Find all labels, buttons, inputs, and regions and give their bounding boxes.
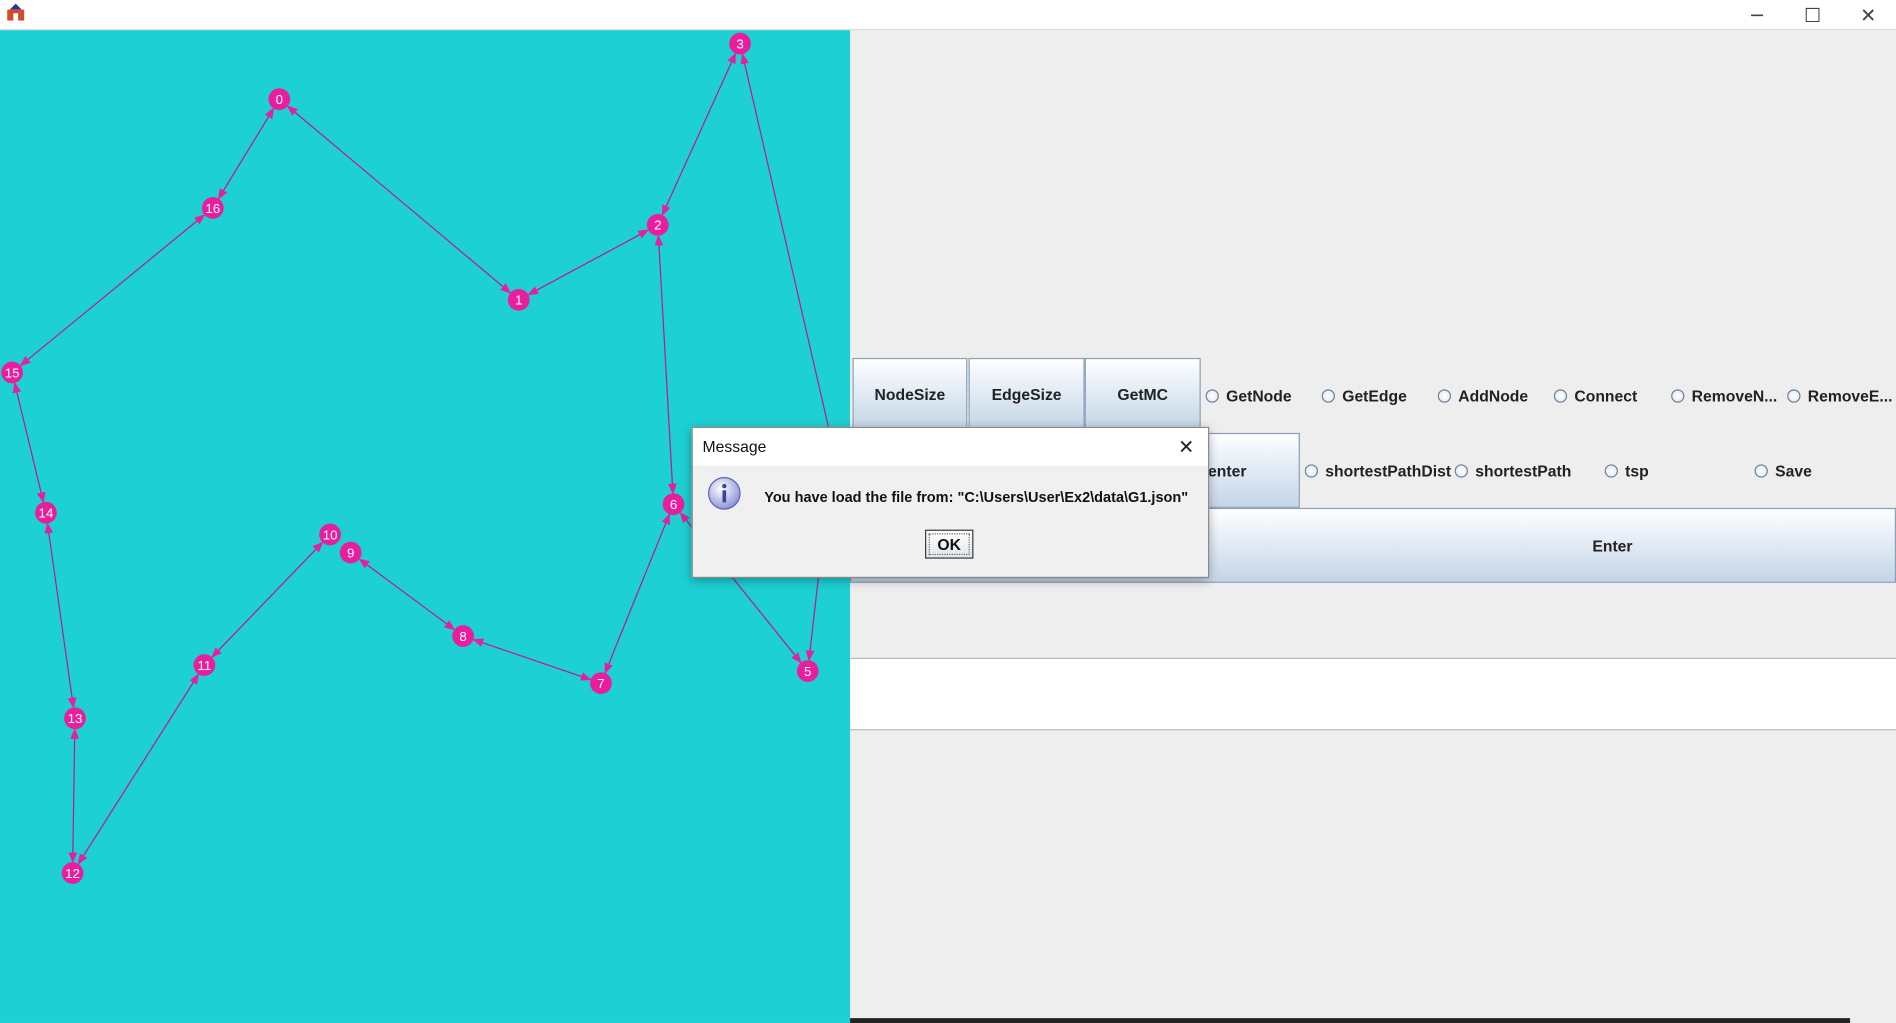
graph-node-9[interactable]: 9 [339, 541, 362, 564]
radio-shortestpath[interactable]: shortestPath [1454, 461, 1600, 481]
graph-node-label: 9 [347, 545, 354, 560]
radio-circle-icon [1553, 389, 1568, 403]
graph-node-label: 6 [670, 497, 677, 512]
maximize-button[interactable]: ☐ [1785, 0, 1841, 29]
dialog-titlebar: Message ✕ [692, 428, 1208, 466]
radio-circle-icon [1754, 464, 1768, 478]
graph-node-11[interactable]: 11 [193, 654, 216, 676]
radio-tsp[interactable]: tsp [1604, 461, 1750, 481]
radio-circle-icon [1321, 389, 1335, 403]
message-dialog: Message ✕ You have load the file from: "… [691, 426, 1210, 578]
radio-circle-icon [1437, 389, 1452, 403]
radio-label: RemoveE... [1807, 386, 1893, 406]
graph-node-1[interactable]: 1 [507, 288, 530, 311]
graph-node-14[interactable]: 14 [35, 501, 57, 524]
graph-node-label: 3 [736, 36, 743, 51]
graph-edge-8-9 [358, 558, 456, 631]
radio-circle-icon [1671, 389, 1685, 403]
graph-node-16[interactable]: 16 [201, 197, 224, 219]
graph-node-label: 5 [804, 664, 811, 679]
radio-circle-icon [1304, 464, 1319, 478]
graph-edge-10-11 [211, 541, 324, 659]
graph-node-13[interactable]: 13 [64, 707, 86, 730]
graph-edge-2-3 [661, 52, 737, 216]
graph-node-6[interactable]: 6 [662, 493, 685, 516]
graph-node-label: 0 [276, 92, 283, 107]
bottom-divider [850, 1018, 1851, 1023]
graph-node-7[interactable]: 7 [590, 672, 612, 695]
ok-button[interactable]: OK [925, 529, 974, 559]
graph-node-15[interactable]: 15 [1, 361, 23, 384]
graph-edge-14-15 [12, 381, 46, 504]
graph-edge-13-14 [44, 522, 77, 709]
graph-node-label: 2 [654, 218, 661, 233]
info-icon [707, 477, 741, 510]
graph-edge-6-2 [654, 234, 677, 495]
radio-removenode[interactable]: RemoveN... [1671, 387, 1782, 405]
radio-getedge[interactable]: GetEdge [1321, 386, 1433, 406]
close-icon[interactable]: ✕ [1174, 434, 1198, 458]
radio-connect[interactable]: Connect [1553, 386, 1665, 406]
radio-label: GetNode [1226, 386, 1292, 406]
radio-label: AddNode [1458, 386, 1529, 406]
graph-edge-0-1 [286, 105, 512, 294]
graph-edge-16-0 [217, 107, 275, 200]
graph-node-2[interactable]: 2 [646, 214, 669, 236]
graph-node-label: 7 [597, 676, 604, 691]
radio-label: shortestPath [1475, 461, 1572, 481]
graph-node-10[interactable]: 10 [319, 523, 341, 546]
radio-circle-icon [1205, 389, 1219, 403]
radio-label: shortestPathDist [1325, 461, 1452, 481]
graph-node-label: 15 [5, 365, 20, 380]
radio-label: tsp [1625, 461, 1649, 481]
radio-label: GetEdge [1342, 386, 1407, 406]
graph-node-0[interactable]: 0 [268, 88, 291, 111]
graph-node-label: 1 [515, 293, 522, 308]
window-titlebar: ─ ☐ ✕ [0, 0, 1896, 31]
graph-node-label: 8 [459, 629, 466, 644]
graph-edge-1-2 [527, 229, 650, 296]
radio-label: RemoveN... [1691, 386, 1778, 406]
radio-getnode[interactable]: GetNode [1205, 386, 1317, 406]
java-app-icon [7, 3, 25, 21]
radio-circle-icon [1454, 464, 1468, 478]
graph-edge-3-4 [740, 53, 833, 438]
radio-save[interactable]: Save [1754, 461, 1894, 481]
graph-node-label: 16 [205, 201, 220, 216]
radio-label: Save [1775, 461, 1812, 481]
radio-circle-icon [1604, 464, 1618, 478]
graph-edge-15-16 [19, 214, 206, 367]
command-input[interactable] [850, 657, 1896, 731]
dialog-title: Message [702, 437, 767, 456]
graph-edge-12-13 [68, 728, 79, 864]
radio-circle-icon [1787, 389, 1801, 403]
graph-node-label: 10 [323, 527, 338, 542]
graph-edge-11-12 [77, 673, 200, 865]
radio-label: Connect [1574, 386, 1638, 406]
close-window-button[interactable]: ✕ [1840, 0, 1896, 29]
graph-edge-6-7 [604, 513, 670, 675]
dialog-message: You have load the file from: "C:\Users\U… [764, 488, 1189, 506]
graph-node-12[interactable]: 12 [61, 862, 84, 884]
graph-node-label: 14 [39, 506, 54, 521]
graph-node-5[interactable]: 5 [796, 660, 819, 682]
graph-edge-7-8 [472, 638, 592, 681]
edgesize-button[interactable]: EdgeSize [968, 357, 1085, 431]
graph-node-8[interactable]: 8 [452, 625, 475, 647]
radio-shortestpathdist[interactable]: shortestPathDist [1304, 461, 1453, 481]
graph-node-label: 11 [197, 658, 211, 673]
getmc-button[interactable]: GetMC [1084, 357, 1201, 431]
graph-node-3[interactable]: 3 [729, 32, 751, 55]
graph-node-label: 12 [65, 866, 80, 881]
nodesize-button[interactable]: NodeSize [852, 357, 968, 431]
minimize-button[interactable]: ─ [1729, 0, 1785, 29]
graph-node-label: 13 [68, 711, 83, 726]
radio-addnode[interactable]: AddNode [1437, 386, 1549, 406]
radio-removeedge[interactable]: RemoveE... [1787, 387, 1893, 405]
